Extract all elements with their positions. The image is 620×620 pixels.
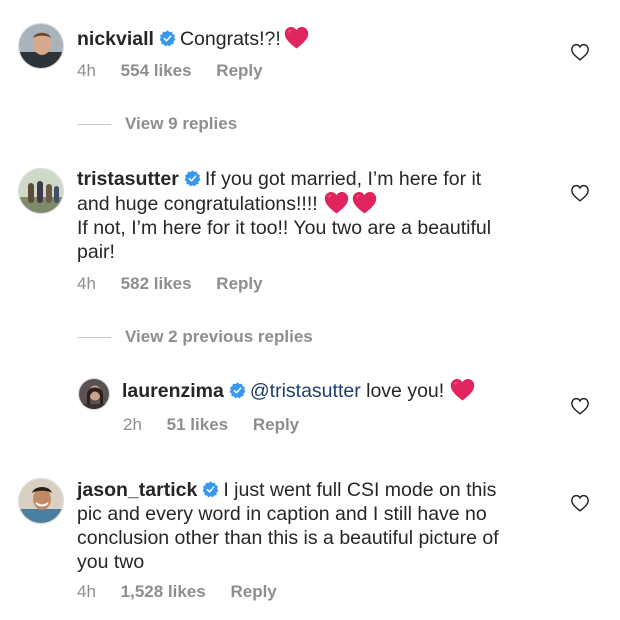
comment-nickviall: nickviall Congrats!?! 4h 554 likes Reply [0, 0, 620, 110]
reply-button[interactable]: Reply [230, 582, 276, 601]
comment-body-line3: conclusion other than this is a beautifu… [77, 527, 499, 549]
view-replies-link[interactable]: View 9 replies [78, 114, 237, 134]
verified-badge-icon [184, 170, 201, 187]
reply-button[interactable]: Reply [253, 415, 299, 434]
heart-outline-icon[interactable] [570, 494, 590, 512]
comment-body-line4: you two [77, 551, 145, 573]
username[interactable]: laurenzima [122, 380, 224, 402]
comment-meta: 4h 582 likes Reply [77, 274, 283, 294]
heart-outline-icon[interactable] [570, 184, 590, 202]
avatar[interactable] [18, 168, 64, 214]
likes-count[interactable]: 582 likes [121, 274, 192, 293]
comment-text: jason_tartick I just went full CSI mode o… [77, 478, 499, 574]
red-heart-emoji-icon [284, 26, 309, 49]
username[interactable]: jason_tartick [77, 479, 197, 501]
reply-text: laurenzima @tristasutter love you! [122, 378, 475, 403]
divider [78, 337, 111, 339]
avatar[interactable] [78, 378, 110, 410]
divider [78, 124, 111, 126]
mention-link[interactable]: @tristasutter [250, 380, 361, 402]
red-heart-emoji-icon [450, 378, 475, 401]
comment-body: Congrats!?! [179, 28, 281, 50]
comment-jason-tartick: jason_tartick I just went full CSI mode o… [0, 470, 620, 620]
comment-meta: 4h 1,528 likes Reply [77, 582, 297, 602]
comment-body-line4: pair! [77, 241, 115, 263]
timestamp: 4h [77, 61, 96, 80]
verified-badge-icon [159, 30, 176, 47]
comment-body-line3: If not, I’m here for it too!! You two ar… [77, 217, 492, 239]
comment-text: tristasutter If you got married, I’m here… [77, 167, 491, 264]
reply-button[interactable]: Reply [216, 274, 262, 293]
comment-body-line1: If you got married, I’m here for it [204, 168, 482, 190]
likes-count[interactable]: 554 likes [121, 61, 192, 80]
comment-body-line1: I just went full CSI mode on this [223, 479, 497, 501]
username[interactable]: nickviall [77, 28, 154, 50]
view-replies-label: View 9 replies [125, 114, 238, 133]
reply-meta: 2h 51 likes Reply [123, 415, 319, 435]
username[interactable]: tristasutter [77, 168, 179, 190]
avatar[interactable] [18, 478, 64, 524]
red-heart-emoji-icon [324, 191, 349, 214]
avatar[interactable] [18, 23, 64, 69]
heart-outline-icon[interactable] [570, 43, 590, 61]
reply-laurenzima: laurenzima @tristasutter love you! 2h 51 … [0, 370, 620, 440]
view-previous-replies-link[interactable]: View 2 previous replies [78, 327, 313, 347]
verified-badge-icon [202, 481, 219, 498]
verified-badge-icon [229, 382, 246, 399]
comment-body-line2: pic and every word in caption and I stil… [77, 503, 487, 525]
timestamp: 4h [77, 274, 96, 293]
likes-count[interactable]: 1,528 likes [121, 582, 206, 601]
red-heart-emoji-icon [352, 191, 377, 214]
reply-button[interactable]: Reply [216, 61, 262, 80]
comment-tristasutter: tristasutter If you got married, I’m here… [0, 160, 620, 300]
comment-text: nickviall Congrats!?! [77, 26, 309, 51]
timestamp: 2h [123, 415, 142, 434]
comment-body-line2: and huge congratulations!!!! [77, 193, 318, 215]
heart-outline-icon[interactable] [570, 397, 590, 415]
view-replies-label: View 2 previous replies [125, 327, 313, 346]
likes-count[interactable]: 51 likes [167, 415, 228, 434]
comment-meta: 4h 554 likes Reply [77, 61, 283, 81]
timestamp: 4h [77, 582, 96, 601]
reply-body: love you! [366, 380, 445, 402]
